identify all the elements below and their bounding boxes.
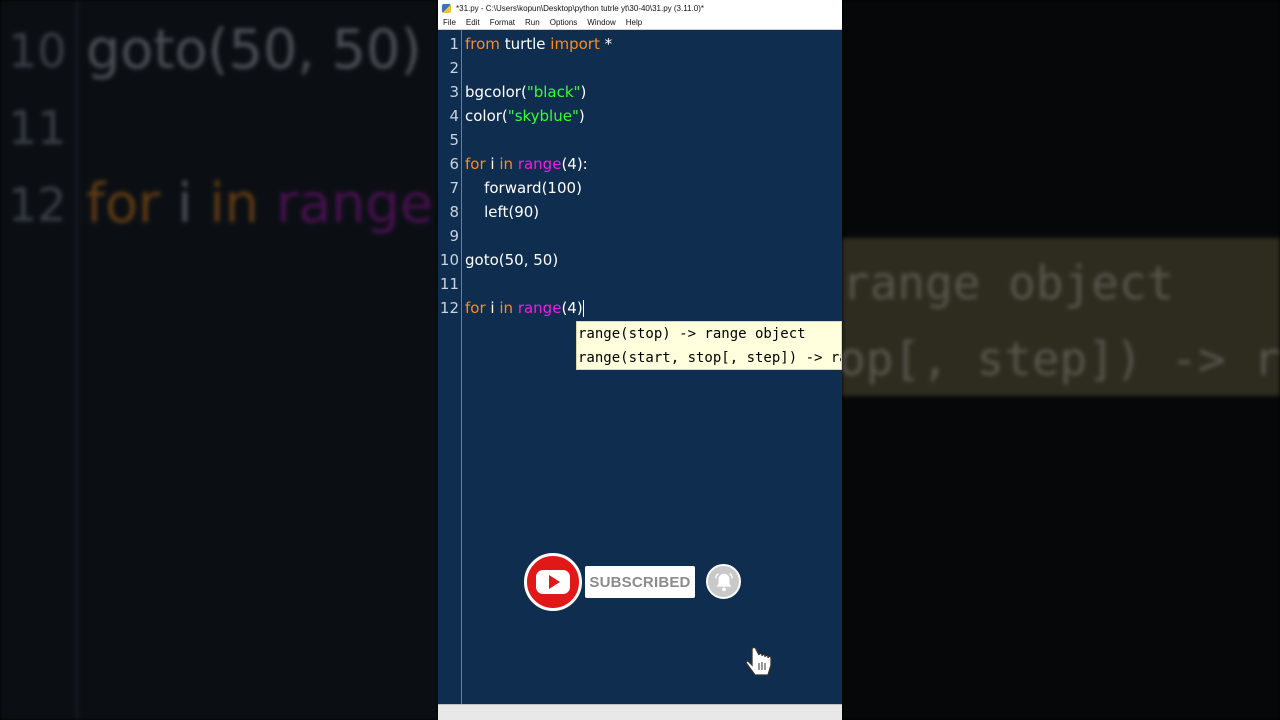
code-text: (4) [561, 299, 583, 317]
keyword: in [499, 155, 514, 173]
line-number: 5 [449, 131, 459, 149]
menu-run[interactable]: Run [525, 18, 540, 27]
line-number: 1 [449, 35, 459, 53]
blurred-code-line: goto(50, 50) [86, 18, 422, 81]
blurred-calltip: range object op[, step]) -> ran [842, 238, 1280, 396]
code-line[interactable]: bgcolor("black") [465, 83, 586, 101]
string-literal: "black" [526, 83, 581, 101]
code-line[interactable]: for i in range(4) [465, 299, 584, 317]
blurred-background-left: 10 11 12 goto(50, 50) for i in range( [0, 0, 438, 720]
menu-edit[interactable]: Edit [466, 18, 480, 27]
calltip-line: range(stop) -> range object [578, 326, 806, 342]
blurred-line-number: 12 [8, 178, 67, 232]
code-text: i [485, 299, 500, 317]
menu-bar: File Edit Format Run Options Window Help [438, 16, 842, 30]
idle-editor-window: *31.py - C:\Users\kopun\Desktop\python t… [438, 0, 842, 720]
text-cursor [582, 300, 584, 317]
blurred-line-number: 11 [8, 101, 67, 155]
code-editor[interactable]: 1 2 3 4 5 6 7 8 9 10 11 12 from turtle i… [438, 30, 842, 704]
youtube-channel-button[interactable] [524, 553, 582, 611]
code-text: * [599, 35, 613, 53]
code-line[interactable]: forward(100) [465, 179, 582, 197]
code-line[interactable]: left(90) [465, 203, 539, 221]
notification-bell-button[interactable] [706, 564, 741, 599]
blurred-background-right: range object op[, step]) -> ran [842, 0, 1280, 720]
code-text: bgcolor( [465, 83, 527, 101]
blurred-gutter [76, 0, 78, 720]
code-text: (4): [561, 155, 588, 173]
builtin-name: range [517, 155, 562, 173]
line-number: 12 [439, 299, 459, 317]
blurred-calltip-line: range object [842, 256, 1175, 310]
line-number: 11 [439, 275, 459, 293]
code-line[interactable]: goto(50, 50) [465, 251, 558, 269]
keyword: in [499, 299, 514, 317]
hand-cursor-icon [745, 646, 772, 676]
youtube-icon [536, 570, 570, 594]
line-number: 8 [449, 203, 459, 221]
line-number: 6 [449, 155, 459, 173]
line-number: 9 [449, 227, 459, 245]
menu-options[interactable]: Options [550, 18, 578, 27]
string-literal: "skyblue" [507, 107, 579, 125]
menu-help[interactable]: Help [626, 18, 642, 27]
code-text: color( [465, 107, 508, 125]
title-bar: *31.py - C:\Users\kopun\Desktop\python t… [438, 0, 842, 16]
status-bar [438, 704, 842, 720]
menu-format[interactable]: Format [490, 18, 515, 27]
code-line[interactable]: from turtle import * [465, 35, 612, 53]
code-line[interactable]: for i in range(4): [465, 155, 588, 173]
blurred-code-line: for i in range( [86, 172, 438, 235]
play-icon [548, 575, 560, 589]
line-number: 7 [449, 179, 459, 197]
keyword: import [550, 35, 600, 53]
blurred-code: i [160, 172, 210, 235]
blurred-keyword: in [209, 172, 259, 235]
calltip-popup: range(stop) -> range object range(start,… [576, 321, 842, 370]
code-text: ) [580, 83, 587, 101]
keyword: for [465, 155, 486, 173]
subscribed-button[interactable]: SUBSCRIBED [585, 566, 695, 598]
code-line[interactable]: color("skyblue") [465, 107, 585, 125]
window-title: *31.py - C:\Users\kopun\Desktop\python t… [456, 3, 704, 13]
bell-icon [714, 572, 733, 591]
blurred-calltip-line: op[, step]) -> ran [842, 332, 1280, 386]
code-text: turtle [499, 35, 551, 53]
line-number: 10 [439, 251, 459, 269]
menu-file[interactable]: File [443, 18, 456, 27]
line-number: 2 [449, 59, 459, 77]
keyword: for [465, 299, 486, 317]
builtin-name: range [517, 299, 562, 317]
line-number: 4 [449, 107, 459, 125]
code-text: ) [578, 107, 585, 125]
blurred-builtin: range( [258, 172, 438, 235]
line-number: 3 [449, 83, 459, 101]
python-icon [442, 3, 451, 13]
blurred-line-number: 10 [8, 24, 67, 78]
gutter-divider [461, 30, 462, 704]
menu-window[interactable]: Window [587, 18, 615, 27]
keyword: from [465, 35, 500, 53]
blurred-keyword: for [86, 172, 161, 235]
calltip-line: range(start, stop[, step]) -> range obje… [578, 350, 841, 366]
code-text: i [485, 155, 500, 173]
